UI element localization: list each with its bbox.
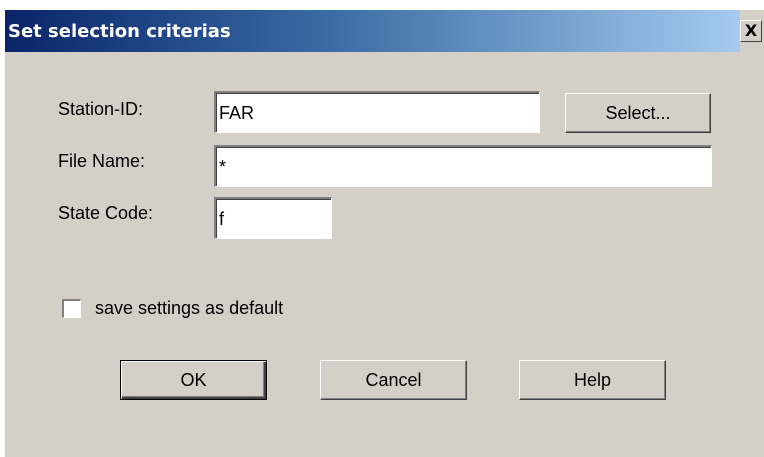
selection-criteria-dialog: Set selection criterias X Station-ID: FA… [5,10,764,457]
file-name-field[interactable]: * [214,145,712,187]
save-default-label[interactable]: save settings as default [95,298,283,319]
ok-button[interactable]: OK [120,360,267,400]
select-button[interactable]: Select... [565,93,711,133]
state-code-field[interactable]: f [214,197,332,239]
save-default-checkbox[interactable] [62,299,81,318]
station-id-field[interactable]: FAR [214,91,540,133]
cancel-button[interactable]: Cancel [320,360,467,400]
station-id-label: Station-ID: [58,99,144,119]
dialog-title: Set selection criterias [8,21,231,42]
file-name-label: File Name: [58,151,146,171]
state-code-label: State Code: [58,203,154,223]
help-button[interactable]: Help [519,360,666,400]
close-icon[interactable]: X [740,20,762,42]
title-bar: Set selection criterias [5,10,740,52]
